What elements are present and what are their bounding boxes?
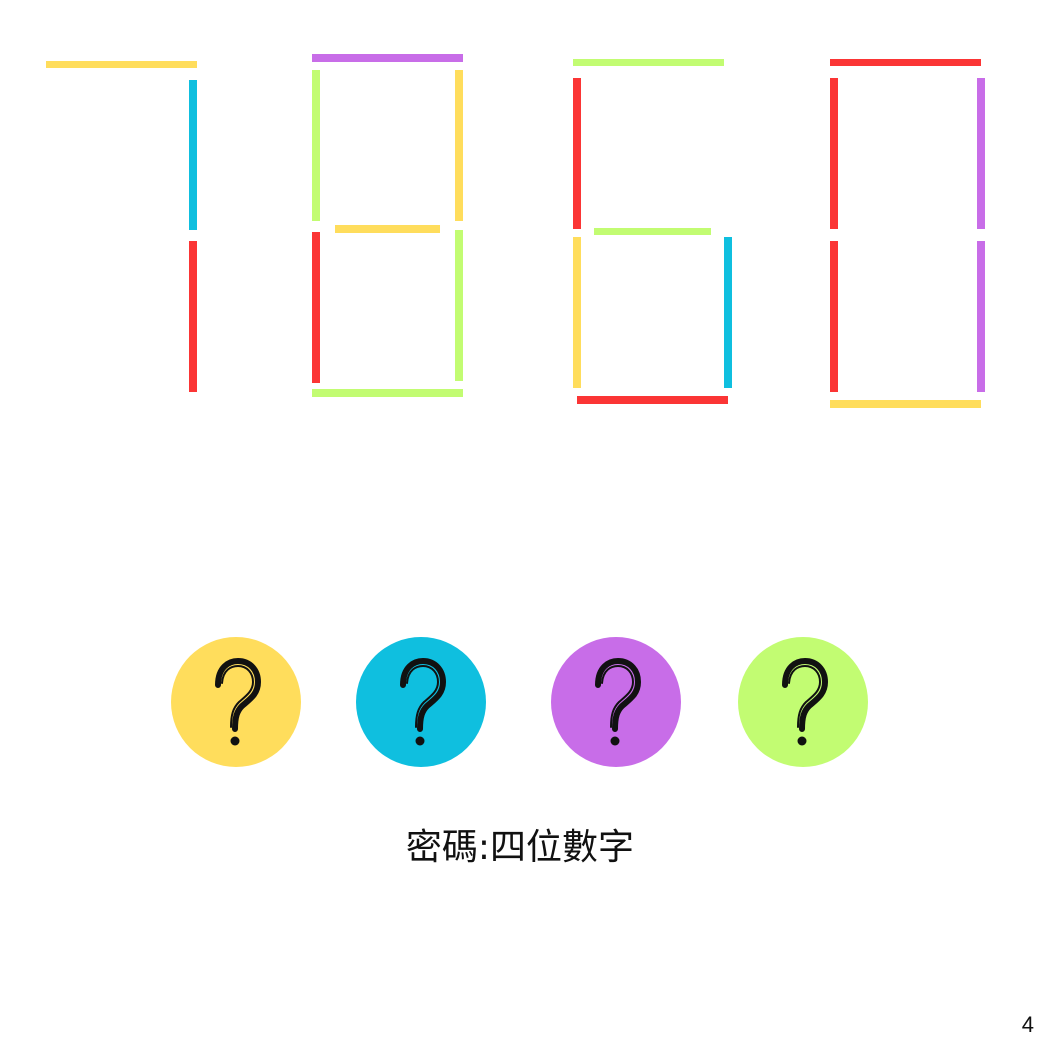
answer-slot-1[interactable]: [171, 637, 301, 767]
matchstick-upper-left: [573, 78, 581, 229]
matchstick-upper-left: [312, 70, 320, 221]
matchstick-lower-right: [189, 241, 197, 392]
question-mark-icon: [782, 658, 828, 746]
matchstick-upper-right: [977, 78, 985, 229]
question-mark-icon: [215, 658, 261, 746]
matchstick-lower-right: [724, 237, 732, 388]
matchstick-top: [573, 59, 724, 66]
matchstick-middle: [335, 225, 440, 233]
matchstick-upper-left: [830, 78, 838, 229]
matchstick-top: [46, 61, 197, 68]
matchstick-lower-left: [312, 232, 320, 383]
matchstick-middle: [594, 228, 711, 235]
page-number: 4: [1021, 1012, 1034, 1037]
answer-slot-4[interactable]: [738, 637, 868, 767]
matchstick-upper-right: [455, 70, 463, 221]
matchstick-lower-right: [977, 241, 985, 392]
matchstick-bottom: [830, 400, 981, 408]
question-mark-icon: [400, 658, 446, 746]
matchstick-lower-left: [573, 237, 581, 388]
matchstick-lower-right: [455, 230, 463, 381]
answer-slot-3[interactable]: [551, 637, 681, 767]
matchstick-puzzle-board: 密碼:四位數字 4: [0, 0, 1040, 1040]
matchstick-top: [312, 54, 463, 62]
question-mark-icon: [595, 658, 641, 746]
matchstick-top: [830, 59, 981, 66]
matchstick-bottom: [577, 396, 728, 404]
matchstick-bottom: [312, 389, 463, 397]
answer-slot-2[interactable]: [356, 637, 486, 767]
password-hint: 密碼:四位數字: [405, 827, 635, 868]
matchstick-upper-right: [189, 80, 197, 230]
matchstick-lower-left: [830, 241, 838, 392]
